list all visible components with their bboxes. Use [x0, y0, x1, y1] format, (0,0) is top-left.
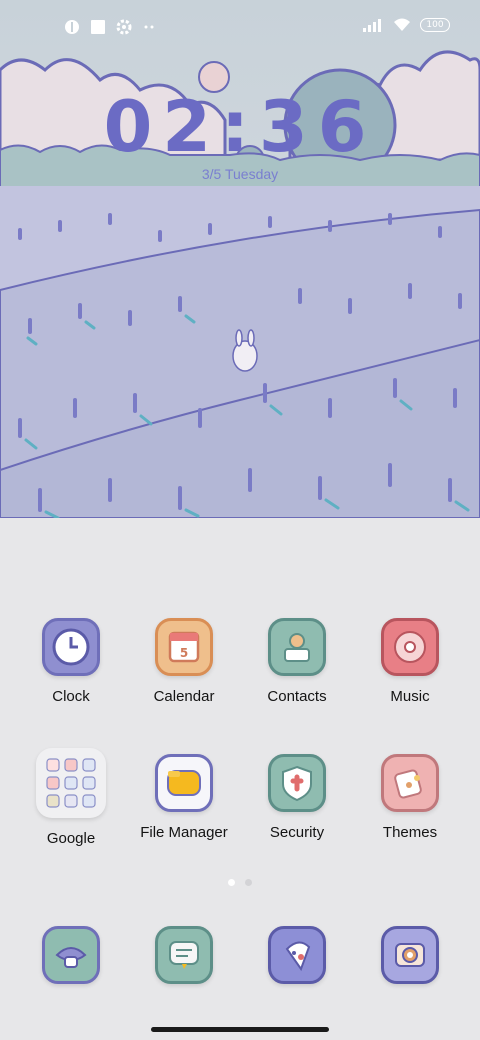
dock-browser[interactable] [241, 926, 353, 984]
app-google-folder[interactable]: Google [15, 748, 127, 847]
app-security[interactable]: Security [241, 754, 353, 841]
calendar-icon: 5 [155, 618, 213, 676]
app-themes[interactable]: Themes [354, 754, 466, 841]
app-label: Clock [52, 688, 90, 705]
browser-icon [268, 926, 326, 984]
app-label: Contacts [267, 688, 327, 705]
lock-clock-date: 3/5 Tuesday [201, 166, 279, 182]
app-music[interactable]: Music [354, 618, 466, 705]
shield-icon [268, 754, 326, 812]
phone-icon [42, 926, 100, 984]
dock-messages[interactable] [128, 926, 240, 984]
lock-clock-time: 02:36 [103, 86, 377, 168]
battery-icon: 100 [420, 18, 450, 32]
themes-icon [381, 754, 439, 812]
app-calendar[interactable]: 5 Calendar [128, 618, 240, 705]
dock-phone[interactable] [15, 926, 127, 984]
more-dots-icon [144, 25, 154, 29]
badge-icon [65, 20, 79, 34]
signal-icon [363, 19, 381, 32]
square-icon [91, 20, 105, 34]
gesture-bar[interactable] [151, 1027, 329, 1032]
app-contacts[interactable]: Contacts [241, 618, 353, 705]
app-clock[interactable]: Clock [15, 618, 127, 705]
music-icon [381, 618, 439, 676]
app-label: Themes [382, 824, 438, 841]
google-folder-icon [36, 748, 106, 818]
page-dot-active [228, 879, 235, 886]
app-label: Calendar [153, 688, 215, 705]
folder-icon [155, 754, 213, 812]
page-dot [245, 879, 252, 886]
wifi-icon [394, 18, 410, 31]
messages-icon [155, 926, 213, 984]
app-label: Google [46, 830, 96, 847]
page-indicator[interactable] [228, 879, 252, 886]
app-label: Security [269, 824, 325, 841]
contacts-icon [268, 618, 326, 676]
camera-icon [381, 926, 439, 984]
app-file-manager[interactable]: File Manager [128, 754, 240, 841]
svg-text:5: 5 [180, 646, 188, 660]
clock-icon [42, 618, 100, 676]
app-label: File Manager [140, 824, 228, 841]
status-bar: 100 [0, 0, 480, 56]
app-label: Music [390, 688, 430, 705]
settings-icon [116, 19, 132, 35]
dock-camera[interactable] [354, 926, 466, 984]
